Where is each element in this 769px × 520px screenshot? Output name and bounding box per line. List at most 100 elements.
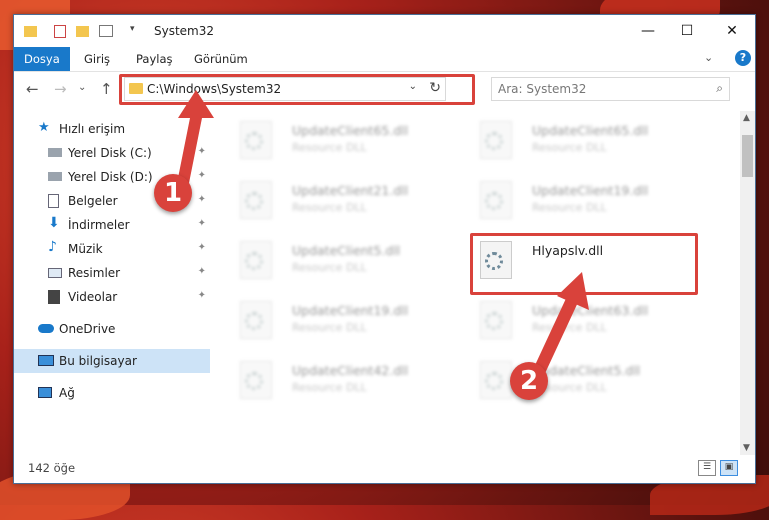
title-bar: ▾ System32 — ☐ ✕ xyxy=(14,15,755,47)
dll-file-icon xyxy=(240,301,272,339)
help-icon[interactable]: ? xyxy=(735,50,751,66)
sidebar-item-label: Belgeler xyxy=(68,194,118,208)
new-folder-icon[interactable] xyxy=(76,26,89,37)
file-name: UpdateClient65.dll xyxy=(532,123,649,138)
window-title: System32 xyxy=(154,24,215,38)
file-tile[interactable]: UpdateClient63.dll Resource DLL xyxy=(460,297,690,343)
tab-giris[interactable]: Giriş xyxy=(74,47,120,71)
details-view-icon[interactable]: ☰ xyxy=(698,460,716,476)
music-icon: ♪ xyxy=(48,239,57,255)
computer-icon xyxy=(38,355,54,366)
explorer-window: ▾ System32 — ☐ ✕ Dosya Giriş Paylaş Görü… xyxy=(13,14,756,484)
address-highlight-box xyxy=(119,74,475,105)
file-type: Resource DLL xyxy=(292,261,367,274)
sidebar-item-label: Yerel Disk (D:) xyxy=(68,170,153,184)
view-menu-icon[interactable] xyxy=(99,25,113,37)
file-name: UpdateClient19.dll xyxy=(532,183,649,198)
sidebar-item-music[interactable]: ♪ Müzik ✦ xyxy=(14,237,210,261)
file-type: Resource DLL xyxy=(532,201,607,214)
ribbon-tabs: Dosya Giriş Paylaş Görünüm ⌄ ? xyxy=(14,47,755,72)
drive-icon xyxy=(48,172,62,181)
file-name: UpdateClient5.dll xyxy=(292,243,401,258)
navigation-pane: ★ Hızlı erişim Yerel Disk (C:) ✦ Yerel D… xyxy=(14,111,210,455)
pin-icon: ✦ xyxy=(197,290,206,301)
star-icon: ★ xyxy=(38,120,50,135)
up-button[interactable]: ↑ xyxy=(100,80,113,98)
file-tile[interactable]: UpdateClient5.dll Resource DLL xyxy=(460,357,690,403)
sidebar-item-pictures[interactable]: Resimler ✦ xyxy=(14,261,210,285)
file-name: UpdateClient42.dll xyxy=(292,363,409,378)
pin-icon: ✦ xyxy=(197,146,206,157)
folder-icon xyxy=(24,26,37,37)
network-icon xyxy=(38,387,52,398)
item-count: 142 öğe xyxy=(28,461,76,475)
sidebar-item-label: Ağ xyxy=(59,386,75,400)
file-type: Resource DLL xyxy=(292,201,367,214)
back-button[interactable]: ← xyxy=(26,80,39,98)
close-button[interactable]: ✕ xyxy=(709,15,755,47)
file-name: UpdateClient19.dll xyxy=(292,303,409,318)
sidebar-item-label: Hızlı erişim xyxy=(59,122,126,136)
tab-dosya[interactable]: Dosya xyxy=(14,47,70,71)
pin-icon: ✦ xyxy=(197,218,206,229)
dll-file-icon xyxy=(240,361,272,399)
dll-file-icon xyxy=(480,301,512,339)
sidebar-item-label: Yerel Disk (C:) xyxy=(68,146,152,160)
step-1-badge: 1 xyxy=(154,174,192,212)
file-name: UpdateClient65.dll xyxy=(292,123,409,138)
recent-locations-button[interactable]: ⌄ xyxy=(78,82,86,93)
file-tile[interactable]: UpdateClient42.dll Resource DLL xyxy=(220,357,450,403)
sidebar-item-onedrive[interactable]: OneDrive xyxy=(14,317,210,341)
sidebar-item-quick-access[interactable]: ★ Hızlı erişim xyxy=(14,117,210,141)
dll-file-icon xyxy=(480,361,512,399)
scroll-thumb[interactable] xyxy=(742,135,753,177)
sidebar-item-label: İndirmeler xyxy=(68,218,130,232)
status-bar: 142 öğe ☰ ▣ xyxy=(14,455,755,482)
file-tile[interactable]: UpdateClient65.dll Resource DLL xyxy=(460,117,690,163)
file-name: UpdateClient5.dll xyxy=(532,363,641,378)
sidebar-item-label: Bu bilgisayar xyxy=(59,354,137,368)
search-placeholder: Ara: System32 xyxy=(498,82,587,96)
tab-paylas[interactable]: Paylaş xyxy=(126,47,183,71)
file-tile[interactable]: UpdateClient19.dll Resource DLL xyxy=(220,297,450,343)
file-name: UpdateClient21.dll xyxy=(292,183,409,198)
pin-icon: ✦ xyxy=(197,242,206,253)
tab-gorunum[interactable]: Görünüm xyxy=(184,47,258,71)
dll-file-icon xyxy=(240,241,272,279)
file-tile[interactable]: UpdateClient65.dll Resource DLL xyxy=(220,117,450,163)
dll-file-icon xyxy=(240,181,272,219)
customize-quick-access-icon[interactable]: ▾ xyxy=(130,24,135,40)
expand-ribbon-icon[interactable]: ⌄ xyxy=(704,51,713,64)
dll-file-icon xyxy=(480,121,512,159)
pin-icon: ✦ xyxy=(197,170,206,181)
sidebar-item-label: Müzik xyxy=(68,242,103,256)
vertical-scrollbar[interactable]: ▲ ▼ xyxy=(740,111,755,455)
sidebar-item-videos[interactable]: Videolar ✦ xyxy=(14,285,210,309)
properties-icon[interactable] xyxy=(54,25,66,38)
file-tile[interactable]: UpdateClient5.dll Resource DLL xyxy=(220,237,450,283)
sidebar-item-label: Resimler xyxy=(68,266,121,280)
file-type: Resource DLL xyxy=(532,321,607,334)
file-type: Resource DLL xyxy=(292,141,367,154)
search-input[interactable]: Ara: System32 ⌕ xyxy=(491,77,730,101)
maximize-button[interactable]: ☐ xyxy=(664,15,710,47)
file-type: Resource DLL xyxy=(292,321,367,334)
dll-file-icon xyxy=(240,121,272,159)
file-tile[interactable]: UpdateClient21.dll Resource DLL xyxy=(220,177,450,223)
pin-icon: ✦ xyxy=(197,194,206,205)
sidebar-item-label: OneDrive xyxy=(59,322,116,336)
file-highlight-box xyxy=(470,233,698,295)
sidebar-item-disk-c[interactable]: Yerel Disk (C:) ✦ xyxy=(14,141,210,165)
scroll-up-icon[interactable]: ▲ xyxy=(743,113,750,123)
large-icons-view-icon[interactable]: ▣ xyxy=(720,460,738,476)
documents-icon xyxy=(48,194,59,208)
sidebar-item-downloads[interactable]: ⬇ İndirmeler ✦ xyxy=(14,213,210,237)
pin-icon: ✦ xyxy=(197,266,206,277)
scroll-down-icon[interactable]: ▼ xyxy=(743,443,750,453)
file-tile[interactable]: UpdateClient19.dll Resource DLL xyxy=(460,177,690,223)
sidebar-item-network[interactable]: Ağ xyxy=(14,381,210,405)
search-icon: ⌕ xyxy=(716,81,723,95)
sidebar-item-this-pc[interactable]: Bu bilgisayar xyxy=(14,349,210,373)
forward-button[interactable]: → xyxy=(54,80,67,98)
video-icon xyxy=(48,290,60,304)
